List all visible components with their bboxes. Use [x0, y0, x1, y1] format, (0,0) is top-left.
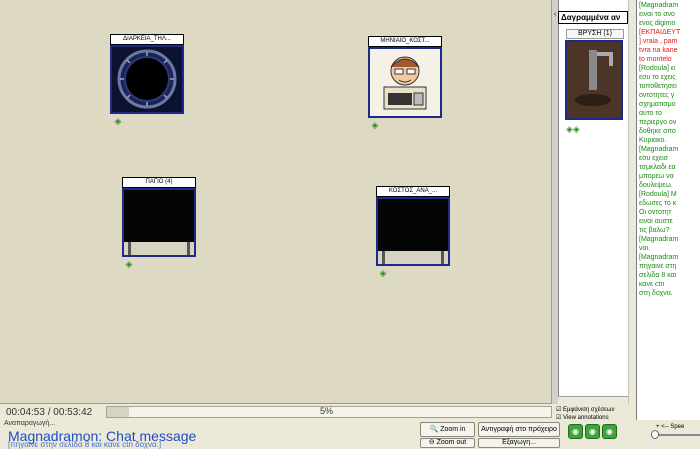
chat-line: οντοτητες γ — [639, 92, 675, 99]
tv-image — [376, 197, 450, 266]
link-icon[interactable]: ◈ — [370, 120, 380, 130]
link-icon[interactable]: ◈ — [113, 116, 123, 126]
chat-line: εδωσες το κ — [639, 200, 677, 207]
play-button[interactable]: ◉ — [568, 424, 583, 439]
person-image — [368, 47, 442, 118]
zoom-in-button[interactable]: 🔍 Zoom in — [420, 422, 475, 437]
chat-line: στη δοχνα. — [639, 290, 673, 297]
chat-line: δουλεψεω. — [639, 182, 673, 189]
tv-screen-icon — [378, 199, 448, 264]
chat-line: εσυ το εχεις — [639, 74, 676, 81]
chat-line: Κυριακο. — [639, 137, 667, 144]
tile-kostos[interactable]: ΚΟΣΤΟΣ_ΑΝΑ_... — [376, 186, 450, 266]
show-links-checkbox[interactable]: ☑ Εμφάνιση σχέσεων — [556, 406, 615, 413]
chat-line: ναι. — [639, 245, 651, 252]
chat-line: [ΕΚΠΑΙΔΕΥΤ — [639, 29, 681, 36]
copy-clipboard-button[interactable]: Αντιγραφή στο πρόχειρο — [478, 422, 560, 437]
chat-line: τοποθετησει — [639, 83, 677, 90]
thumbnail-link-icons[interactable]: ◈◈ — [566, 124, 580, 135]
thumbnail-image[interactable] — [565, 40, 623, 120]
chat-line: [Magnadram — [639, 146, 679, 153]
progress-fill — [107, 407, 129, 417]
pause-button[interactable]: ◉ — [585, 424, 600, 439]
chat-line: [Rodoula] Μ — [639, 191, 677, 198]
view-annotations-label: View annotations — [563, 415, 609, 421]
chat-line: Οι οντοτητ — [639, 209, 672, 216]
speed-slider-knob[interactable] — [651, 430, 659, 439]
tile-title: ΔΙΑΡΚΕΙΑ_ΤΗΛ... — [110, 34, 184, 45]
chat-line: πηγαινε στη — [639, 263, 677, 270]
zoom-in-label: Zoom in — [440, 426, 466, 433]
message-subtitle: [πηγαινε στην σελίδα 8 και κανε ctn δοχν… — [8, 440, 162, 449]
chat-line: [Rodoula] ει — [639, 65, 676, 72]
chat-line: δοθηκε απο — [639, 128, 676, 135]
person-counting-icon — [383, 56, 427, 110]
chat-line: τσμκλαδι εα — [639, 164, 676, 171]
chat-line: μπορεω να — [639, 173, 674, 180]
chat-line: ] vraia , pam — [639, 38, 678, 45]
reproduce-label: Αναπαραγωγή... — [4, 420, 56, 427]
thumbnail-scrollbar[interactable] — [558, 396, 628, 404]
chat-line: τις βαλω? — [639, 227, 670, 234]
chat-line: σελίδα 8 και — [639, 272, 677, 279]
play-icon: ◉ — [572, 427, 579, 436]
chat-line: σχηματισμο — [639, 101, 676, 108]
chat-log[interactable]: [Magnadram ειναι το σνο ενος digimo [ΕΚΠΑΙΔ… — [636, 0, 700, 420]
chat-line: περιεργο ον — [639, 119, 677, 126]
chat-line: ειναι αυστε — [639, 218, 673, 225]
clock-image — [110, 45, 184, 114]
thumbnail-label: ΒΡΥΣΗ (1) — [566, 29, 624, 39]
chat-line: ενος digimo — [639, 20, 676, 27]
speed-label: + <-- Spee — [656, 424, 685, 430]
chat-line: [Magnadram — [639, 2, 679, 9]
chat-line: [Magnadram — [639, 254, 679, 261]
playback-time: 00:04:53 / 00:53:42 — [6, 407, 93, 418]
progress-percent: 5% — [320, 406, 334, 416]
speed-slider[interactable] — [652, 434, 700, 436]
tile-miniaio[interactable]: ΜΗΝΙΑΙΟ_ΚΟΣΤ... — [368, 36, 442, 118]
tv-screen-icon — [124, 190, 194, 255]
tile-diarkeia[interactable]: ΔΙΑΡΚΕΙΑ_ΤΗΛ... — [110, 34, 184, 114]
tv-image — [122, 188, 196, 257]
view-annotations-checkbox[interactable]: ☑ View annotations — [556, 414, 609, 421]
chat-line: κανε ctn — [639, 281, 665, 288]
pause-icon: ◉ — [589, 427, 596, 436]
tile-title: ΚΟΣΤΟΣ_ΑΝΑ_... — [376, 186, 450, 197]
link-icon[interactable]: ◈ — [124, 259, 134, 269]
stop-icon: ◉ — [606, 427, 613, 436]
vertical-scrollbar[interactable] — [628, 0, 636, 404]
thumbnails-header: Δαγραμμένα αν — [558, 11, 628, 24]
chat-line: [Magnadram — [639, 236, 679, 243]
chat-line: to montelo — [639, 56, 672, 63]
zoom-in-icon: 🔍 — [429, 426, 439, 433]
faucet-icon — [567, 42, 621, 118]
chat-line: tvra na kane — [639, 47, 678, 54]
tile-title: ΜΗΝΙΑΙΟ_ΚΟΣΤ... — [368, 36, 442, 47]
diagram-canvas[interactable]: ΔΙΑΡΚΕΙΑ_ΤΗΛ... ◈ ΜΗΝΙΑΙΟ_ΚΟΣΤ... ◈ ΠΑΓΙ… — [0, 0, 552, 404]
zoom-out-button[interactable]: ⊖ Zoom out — [420, 438, 475, 448]
chat-line: αυτο το — [639, 110, 662, 117]
link-icon[interactable]: ◈ — [378, 268, 388, 278]
tile-title: ΠΑΓΙΟ (4) — [122, 177, 196, 188]
tile-pagio[interactable]: ΠΑΓΙΟ (4) — [122, 177, 196, 257]
chat-line: ειναι το σνο — [639, 11, 675, 18]
show-links-label: Εμφάνιση σχέσεων — [563, 407, 615, 413]
clock-icon — [117, 49, 177, 109]
export-button[interactable]: Εξαγωγη... — [478, 438, 560, 448]
chat-line: εσυ εχεισ — [639, 155, 669, 162]
stop-button[interactable]: ◉ — [602, 424, 617, 439]
